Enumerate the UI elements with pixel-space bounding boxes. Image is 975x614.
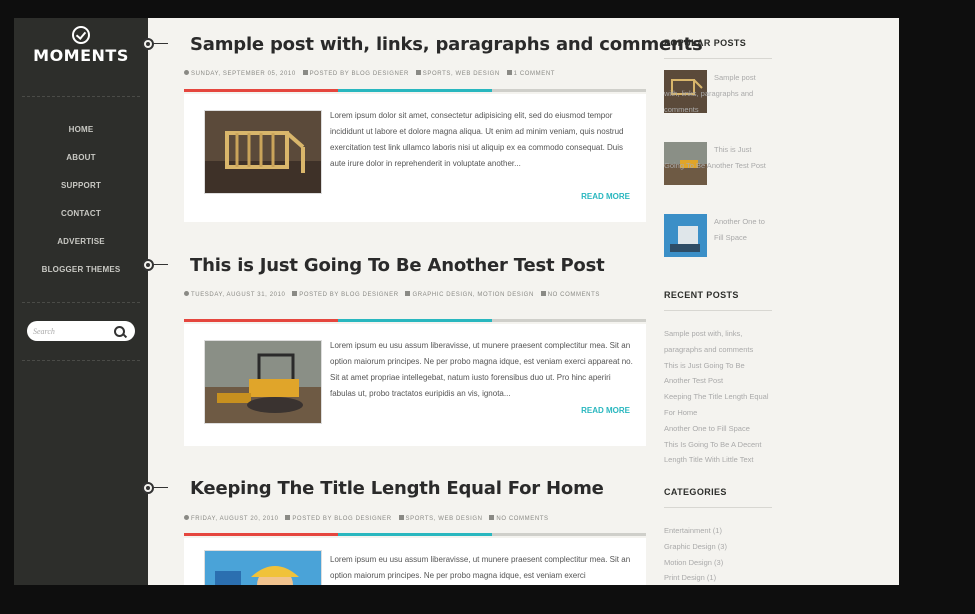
nav-contact[interactable]: CONTACT bbox=[14, 202, 148, 230]
read-more-link[interactable]: READ MORE bbox=[581, 406, 630, 415]
category-link[interactable]: Print Design (1) bbox=[664, 570, 772, 585]
post-excerpt: Lorem ipsum eu usu assum liberavisse, ut… bbox=[330, 341, 633, 398]
popular-post-link[interactable]: Another One to Fill Space bbox=[664, 214, 772, 246]
main-content: Sample post with, links, paragraphs and … bbox=[142, 18, 899, 585]
left-sidebar: MOMENTS HOME ABOUT SUPPORT CONTACT ADVER… bbox=[14, 18, 148, 585]
site-title: MOMENTS bbox=[33, 46, 129, 65]
post-thumbnail[interactable] bbox=[204, 340, 322, 424]
heading-divider bbox=[664, 58, 772, 59]
color-bar bbox=[184, 89, 646, 92]
site-logo[interactable]: MOMENTS bbox=[14, 26, 148, 65]
post-thumbnail[interactable] bbox=[204, 550, 322, 585]
timeline-pin bbox=[142, 38, 174, 50]
timeline-pin bbox=[142, 482, 174, 494]
post-card: Lorem ipsum eu usu assum liberavisse, ut… bbox=[184, 324, 646, 446]
post-meta: FRIDAY, AUGUST 20, 2010 POSTED BY BLOG D… bbox=[184, 515, 600, 524]
post-card: Lorem ipsum dolor sit amet, consectetur … bbox=[184, 94, 646, 222]
post-author[interactable]: POSTED BY BLOG DESIGNER bbox=[310, 71, 409, 77]
popular-post-title: Another One to Fill Space bbox=[714, 217, 765, 242]
search-box bbox=[27, 321, 135, 341]
recent-posts-list: Sample post with, links, paragraphs and … bbox=[664, 326, 772, 468]
comment-icon bbox=[506, 70, 512, 75]
clock-icon bbox=[184, 70, 189, 75]
nav-home[interactable]: HOME bbox=[14, 118, 148, 146]
recent-post-link[interactable]: This Is Going To Be A Decent Length Titl… bbox=[664, 437, 772, 469]
recent-post-link[interactable]: Keeping The Title Length Equal For Home bbox=[664, 389, 772, 421]
post-labels[interactable]: SPORTS, WEB DESIGN bbox=[423, 71, 500, 77]
popular-post-title: This is Just Going To Be Another Test Po… bbox=[664, 145, 766, 170]
bookmark-icon bbox=[398, 515, 404, 520]
categories-list: Entertainment (1) Graphic Design (3) Mot… bbox=[664, 523, 772, 585]
popular-post-link[interactable]: Sample post with, links, paragraphs and … bbox=[664, 70, 772, 118]
post-date: TUESDAY, AUGUST 31, 2010 bbox=[191, 292, 286, 298]
nav-about[interactable]: ABOUT bbox=[14, 146, 148, 174]
post-meta: TUESDAY, AUGUST 31, 2010 POSTED BY BLOG … bbox=[184, 291, 600, 300]
user-icon bbox=[292, 291, 298, 296]
post-comments[interactable]: 1 COMMENT bbox=[514, 71, 555, 77]
post-labels[interactable]: SPORTS, WEB DESIGN bbox=[406, 516, 483, 522]
post-author[interactable]: POSTED BY BLOG DESIGNER bbox=[299, 292, 398, 298]
post-author[interactable]: POSTED BY BLOG DESIGNER bbox=[292, 516, 391, 522]
post-labels[interactable]: GRAPHIC DESIGN, MOTION DESIGN bbox=[412, 292, 533, 298]
sidebar-divider bbox=[22, 96, 140, 97]
post-title[interactable]: Sample post with, links, paragraphs and … bbox=[190, 34, 703, 55]
post-date: FRIDAY, AUGUST 20, 2010 bbox=[191, 516, 279, 522]
post-comments[interactable]: NO COMMENTS bbox=[496, 516, 548, 522]
post-meta: SUNDAY, SEPTEMBER 05, 2010 POSTED BY BLO… bbox=[184, 70, 600, 79]
category-link[interactable]: Graphic Design (3) bbox=[664, 539, 772, 555]
bookmark-icon bbox=[415, 70, 421, 75]
nav-blogger-themes[interactable]: BLOGGER THEMES bbox=[14, 258, 148, 286]
post-excerpt: Lorem ipsum eu usu assum liberavisse, ut… bbox=[330, 555, 631, 580]
post-thumbnail[interactable] bbox=[204, 110, 322, 194]
bookmark-icon bbox=[405, 291, 411, 296]
nav-support[interactable]: SUPPORT bbox=[14, 174, 148, 202]
heading-divider bbox=[664, 310, 772, 311]
user-icon bbox=[285, 515, 291, 520]
recent-post-link[interactable]: This is Just Going To Be Another Test Po… bbox=[664, 358, 772, 390]
color-bar bbox=[184, 319, 646, 322]
search-input[interactable] bbox=[33, 324, 113, 338]
categories-heading: CATEGORIES bbox=[664, 487, 727, 497]
user-icon bbox=[302, 70, 308, 75]
browser-frame: MOMENTS HOME ABOUT SUPPORT CONTACT ADVER… bbox=[14, 18, 899, 585]
check-circle-icon bbox=[72, 26, 90, 44]
post-comments[interactable]: NO COMMENTS bbox=[548, 292, 600, 298]
comment-icon bbox=[540, 291, 546, 296]
popular-post-link[interactable]: This is Just Going To Be Another Test Po… bbox=[664, 142, 772, 174]
color-bar bbox=[184, 533, 646, 536]
sidebar-divider bbox=[22, 360, 140, 361]
post-excerpt: Lorem ipsum dolor sit amet, consectetur … bbox=[330, 111, 624, 168]
post-title[interactable]: Keeping The Title Length Equal For Home bbox=[190, 478, 604, 499]
post-title[interactable]: This is Just Going To Be Another Test Po… bbox=[190, 255, 605, 276]
nav-advertise[interactable]: ADVERTISE bbox=[14, 230, 148, 258]
read-more-link[interactable]: READ MORE bbox=[581, 192, 630, 201]
timeline-pin bbox=[142, 259, 174, 271]
popular-posts-heading: POPULAR POSTS bbox=[664, 38, 747, 48]
search-icon[interactable] bbox=[114, 326, 125, 337]
clock-icon bbox=[184, 291, 189, 296]
category-link[interactable]: Motion Design (3) bbox=[664, 555, 772, 571]
post-card: Lorem ipsum eu usu assum liberavisse, ut… bbox=[184, 538, 646, 585]
category-link[interactable]: Entertainment (1) bbox=[664, 523, 772, 539]
post-date: SUNDAY, SEPTEMBER 05, 2010 bbox=[191, 71, 296, 77]
comment-icon bbox=[489, 515, 495, 520]
recent-post-link[interactable]: Another One to Fill Space bbox=[664, 421, 772, 437]
popular-post-title: Sample post with, links, paragraphs and … bbox=[664, 73, 756, 114]
main-nav: HOME ABOUT SUPPORT CONTACT ADVERTISE BLO… bbox=[14, 118, 148, 286]
heading-divider bbox=[664, 507, 772, 508]
recent-posts-heading: RECENT POSTS bbox=[664, 290, 739, 300]
recent-post-link[interactable]: Sample post with, links, paragraphs and … bbox=[664, 326, 772, 358]
sidebar-divider bbox=[22, 302, 140, 303]
clock-icon bbox=[184, 515, 189, 520]
